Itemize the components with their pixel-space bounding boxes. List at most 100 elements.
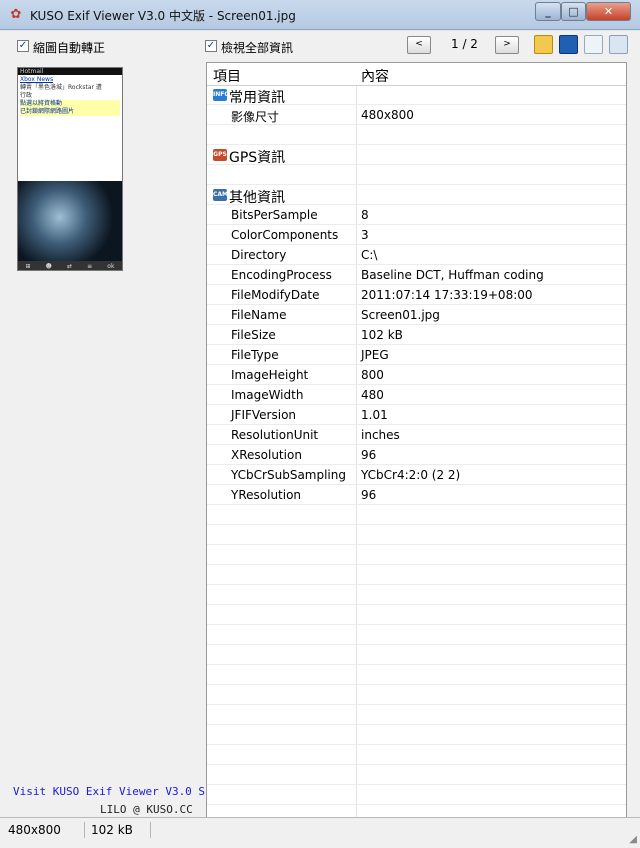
row-value: 8: [361, 208, 369, 222]
row-value: 102 kB: [361, 328, 403, 342]
thumbnail-taskbar-item: ≡: [87, 263, 93, 270]
row-key: FileName: [231, 308, 287, 322]
thumbnail-taskbar-item: ⊞: [25, 263, 31, 270]
minimize-button[interactable]: _: [535, 2, 561, 21]
empty-row: [207, 605, 626, 625]
next-page-button[interactable]: >: [495, 36, 519, 54]
thumbnail-taskbar-item: ☻: [45, 263, 52, 270]
save-icon[interactable]: [559, 35, 578, 54]
row-key: ImageHeight: [231, 368, 309, 382]
section-title: 其他資訊: [229, 190, 285, 206]
table-row[interactable]: ImageWidth 480: [207, 385, 626, 405]
show-all-checkbox[interactable]: ✓: [205, 40, 217, 52]
table-row[interactable]: 影像尺寸 480x800: [207, 105, 626, 125]
table-row[interactable]: JFIFVersion 1.01: [207, 405, 626, 425]
title-bar: ✿ KUSO Exif Viewer V3.0 中文版 - Screen01.j…: [0, 0, 640, 30]
info-icon: INFO: [213, 89, 229, 101]
empty-row: [207, 665, 626, 685]
close-button[interactable]: ✕: [586, 2, 631, 21]
empty-row: [207, 745, 626, 765]
status-dimensions: 480x800: [8, 823, 61, 837]
section-row-other[interactable]: CAM 其他資訊: [207, 185, 626, 206]
empty-row: [207, 585, 626, 605]
auto-rotate-label: 縮圖自動轉正: [33, 41, 106, 55]
thumbnail-line: Xbox News: [20, 76, 54, 83]
prev-page-button[interactable]: <: [407, 36, 431, 54]
table-row[interactable]: EncodingProcess Baseline DCT, Huffman cod…: [207, 265, 626, 285]
table-row[interactable]: YResolution 96: [207, 485, 626, 505]
section-row-common[interactable]: INFO 常用資訊: [207, 85, 626, 106]
show-all-label: 檢視全部資訊: [221, 41, 294, 55]
table-row[interactable]: FileModifyDate 2011:07:14 17:33:19+08:00: [207, 285, 626, 305]
section-row-gps[interactable]: GPS GPS資訊: [207, 145, 626, 166]
site-link[interactable]: Visit KUSO Exif Viewer V3.0 Site: [13, 785, 225, 798]
row-value: Screen01.jpg: [361, 308, 440, 322]
thumbnail-taskbar-item: ⇄: [67, 263, 73, 270]
auto-rotate-checkbox[interactable]: ✓: [17, 40, 29, 52]
row-key: Directory: [231, 248, 287, 262]
empty-row: [207, 785, 626, 805]
thumbnail-artwork: [18, 181, 122, 261]
app-icon: ✿: [10, 7, 22, 22]
empty-row: [207, 525, 626, 545]
status-divider: [84, 822, 85, 838]
row-value: 96: [361, 488, 377, 502]
open-folder-icon[interactable]: [534, 35, 553, 54]
row-key: ImageWidth: [231, 388, 304, 402]
row-key: 影像尺寸: [231, 110, 280, 124]
table-row[interactable]: ColorComponents 3: [207, 225, 626, 245]
grid-header: 項目 內容: [207, 63, 626, 86]
table-row[interactable]: Directory C:\: [207, 245, 626, 265]
row-key: ColorComponents: [231, 228, 339, 242]
about-icon[interactable]: [609, 35, 628, 54]
main-window: ✓ 縮圖自動轉正 Hotmail Xbox News 轉賣「黑色洛城」Rocks…: [0, 31, 640, 843]
thumbnail-line: 轉賣「黑色洛城」Rockstar 遭: [20, 84, 102, 91]
search-icon[interactable]: [584, 35, 603, 54]
row-key: ResolutionUnit: [231, 428, 319, 442]
table-row[interactable]: XResolution 96: [207, 445, 626, 465]
exif-grid[interactable]: 項目 內容 INFO 常用資訊 影像尺寸 480x800 GPS GPS資訊 C…: [206, 62, 627, 843]
empty-row: [207, 705, 626, 725]
table-row[interactable]: BitsPerSample 8: [207, 205, 626, 225]
row-key: FileType: [231, 348, 279, 362]
column-header-item[interactable]: 項目: [213, 66, 241, 86]
empty-row: [207, 645, 626, 665]
empty-row: [207, 625, 626, 645]
thumbnail-status-text: Hotmail: [18, 68, 122, 75]
resize-grip-icon[interactable]: ◢: [629, 834, 637, 845]
table-row[interactable]: FileName Screen01.jpg: [207, 305, 626, 325]
status-divider: [150, 822, 151, 838]
table-row[interactable]: FileType JPEG: [207, 345, 626, 365]
table-row[interactable]: FileSize 102 kB: [207, 325, 626, 345]
row-value: 1.01: [361, 408, 388, 422]
empty-row: [207, 765, 626, 785]
row-key: XResolution: [231, 448, 302, 462]
row-value: C:\: [361, 248, 378, 262]
empty-row: [207, 125, 626, 145]
section-title: GPS資訊: [229, 150, 286, 166]
thumbnail-line: 行政: [20, 92, 33, 99]
thumbnail-preview: Hotmail Xbox News 轉賣「黑色洛城」Rockstar 遭 行政 …: [17, 67, 123, 271]
table-row[interactable]: YCbCrSubSampling YCbCr4:2:0 (2 2): [207, 465, 626, 485]
status-filesize: 102 kB: [91, 823, 133, 837]
camera-icon: CAM: [213, 189, 228, 201]
empty-row: [207, 505, 626, 525]
row-value: Baseline DCT, Huffman coding: [361, 268, 544, 282]
page-indicator: 1 / 2: [451, 37, 478, 51]
maximize-button[interactable]: □: [561, 2, 586, 21]
table-row[interactable]: ImageHeight 800: [207, 365, 626, 385]
author-credit: LILO @ KUSO.CC: [100, 803, 193, 816]
row-value: 480x800: [361, 108, 414, 122]
row-key: EncodingProcess: [231, 268, 332, 282]
row-key: YResolution: [231, 488, 302, 502]
row-key: JFIFVersion: [231, 408, 297, 422]
row-key: YCbCrSubSampling: [231, 468, 346, 482]
row-value: inches: [361, 428, 400, 442]
row-value: 96: [361, 448, 377, 462]
section-title: 常用資訊: [229, 90, 285, 106]
window-title: KUSO Exif Viewer V3.0 中文版 - Screen01.jpg: [30, 9, 296, 23]
empty-row: [207, 545, 626, 565]
column-header-content[interactable]: 內容: [361, 66, 389, 86]
row-key: FileSize: [231, 328, 276, 342]
table-row[interactable]: ResolutionUnit inches: [207, 425, 626, 445]
